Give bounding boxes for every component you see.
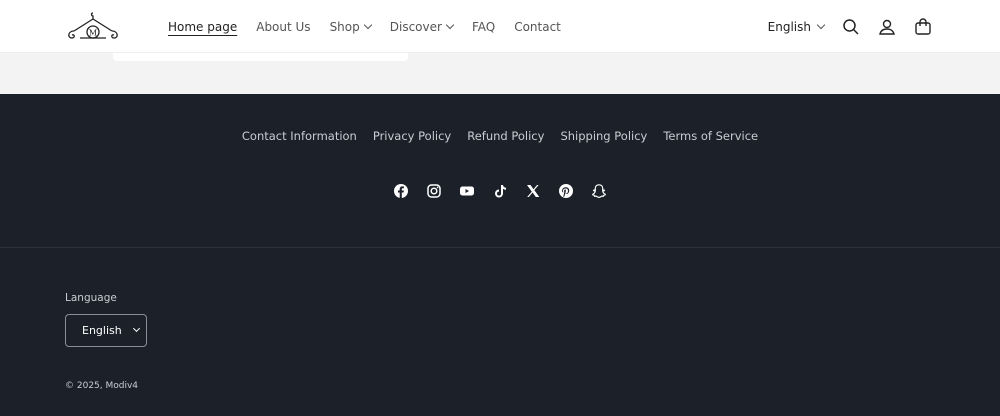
- language-selector[interactable]: English: [767, 19, 826, 34]
- footer-link-terms[interactable]: Terms of Service: [663, 129, 758, 143]
- content-card: [113, 53, 408, 61]
- svg-text:M: M: [89, 29, 97, 38]
- chevron-down-icon: [132, 324, 140, 333]
- language-label: English: [767, 19, 811, 34]
- facebook-icon[interactable]: [393, 183, 409, 199]
- nav-discover[interactable]: Discover: [389, 19, 455, 34]
- main-nav: Home page About Us Shop Discover FAQ Con…: [168, 0, 561, 53]
- nav-home[interactable]: Home page: [168, 20, 237, 34]
- instagram-icon[interactable]: [426, 183, 442, 199]
- footer-language-value: English: [82, 324, 122, 337]
- tiktok-icon[interactable]: [492, 183, 508, 199]
- logo[interactable]: M: [66, 11, 120, 41]
- x-icon[interactable]: [525, 183, 541, 199]
- social-links: [0, 183, 1000, 199]
- search-icon[interactable]: [842, 18, 860, 36]
- copyright: © 2025, Modiv4: [65, 381, 139, 391]
- nav-shop-label: Shop: [329, 19, 360, 34]
- language-heading: Language: [65, 292, 117, 304]
- footer-link-contact[interactable]: Contact Information: [242, 129, 357, 143]
- chevron-down-icon: [816, 20, 826, 29]
- footer-language-select[interactable]: English: [65, 314, 147, 347]
- footer-link-shipping[interactable]: Shipping Policy: [560, 129, 647, 143]
- youtube-icon[interactable]: [459, 183, 475, 199]
- footer-link-privacy[interactable]: Privacy Policy: [373, 129, 451, 143]
- pinterest-icon[interactable]: [558, 183, 574, 199]
- nav-contact[interactable]: Contact: [514, 20, 561, 34]
- nav-discover-label: Discover: [389, 19, 442, 34]
- chevron-down-icon: [445, 20, 455, 29]
- account-icon[interactable]: [878, 18, 896, 36]
- snapchat-icon[interactable]: [591, 183, 607, 199]
- nav-shop[interactable]: Shop: [329, 19, 372, 34]
- footer-links: Contact Information Privacy Policy Refun…: [0, 129, 1000, 143]
- footer-link-refund[interactable]: Refund Policy: [467, 129, 544, 143]
- cart-icon[interactable]: [914, 17, 932, 36]
- footer-divider: [0, 247, 1000, 248]
- nav-faq[interactable]: FAQ: [472, 20, 495, 34]
- content-area: [0, 53, 1000, 94]
- chevron-down-icon: [363, 20, 372, 29]
- site-header: M Home page About Us Shop Discover FAQ C…: [0, 0, 1000, 53]
- site-footer: Contact Information Privacy Policy Refun…: [0, 94, 1000, 416]
- nav-about[interactable]: About Us: [256, 20, 310, 34]
